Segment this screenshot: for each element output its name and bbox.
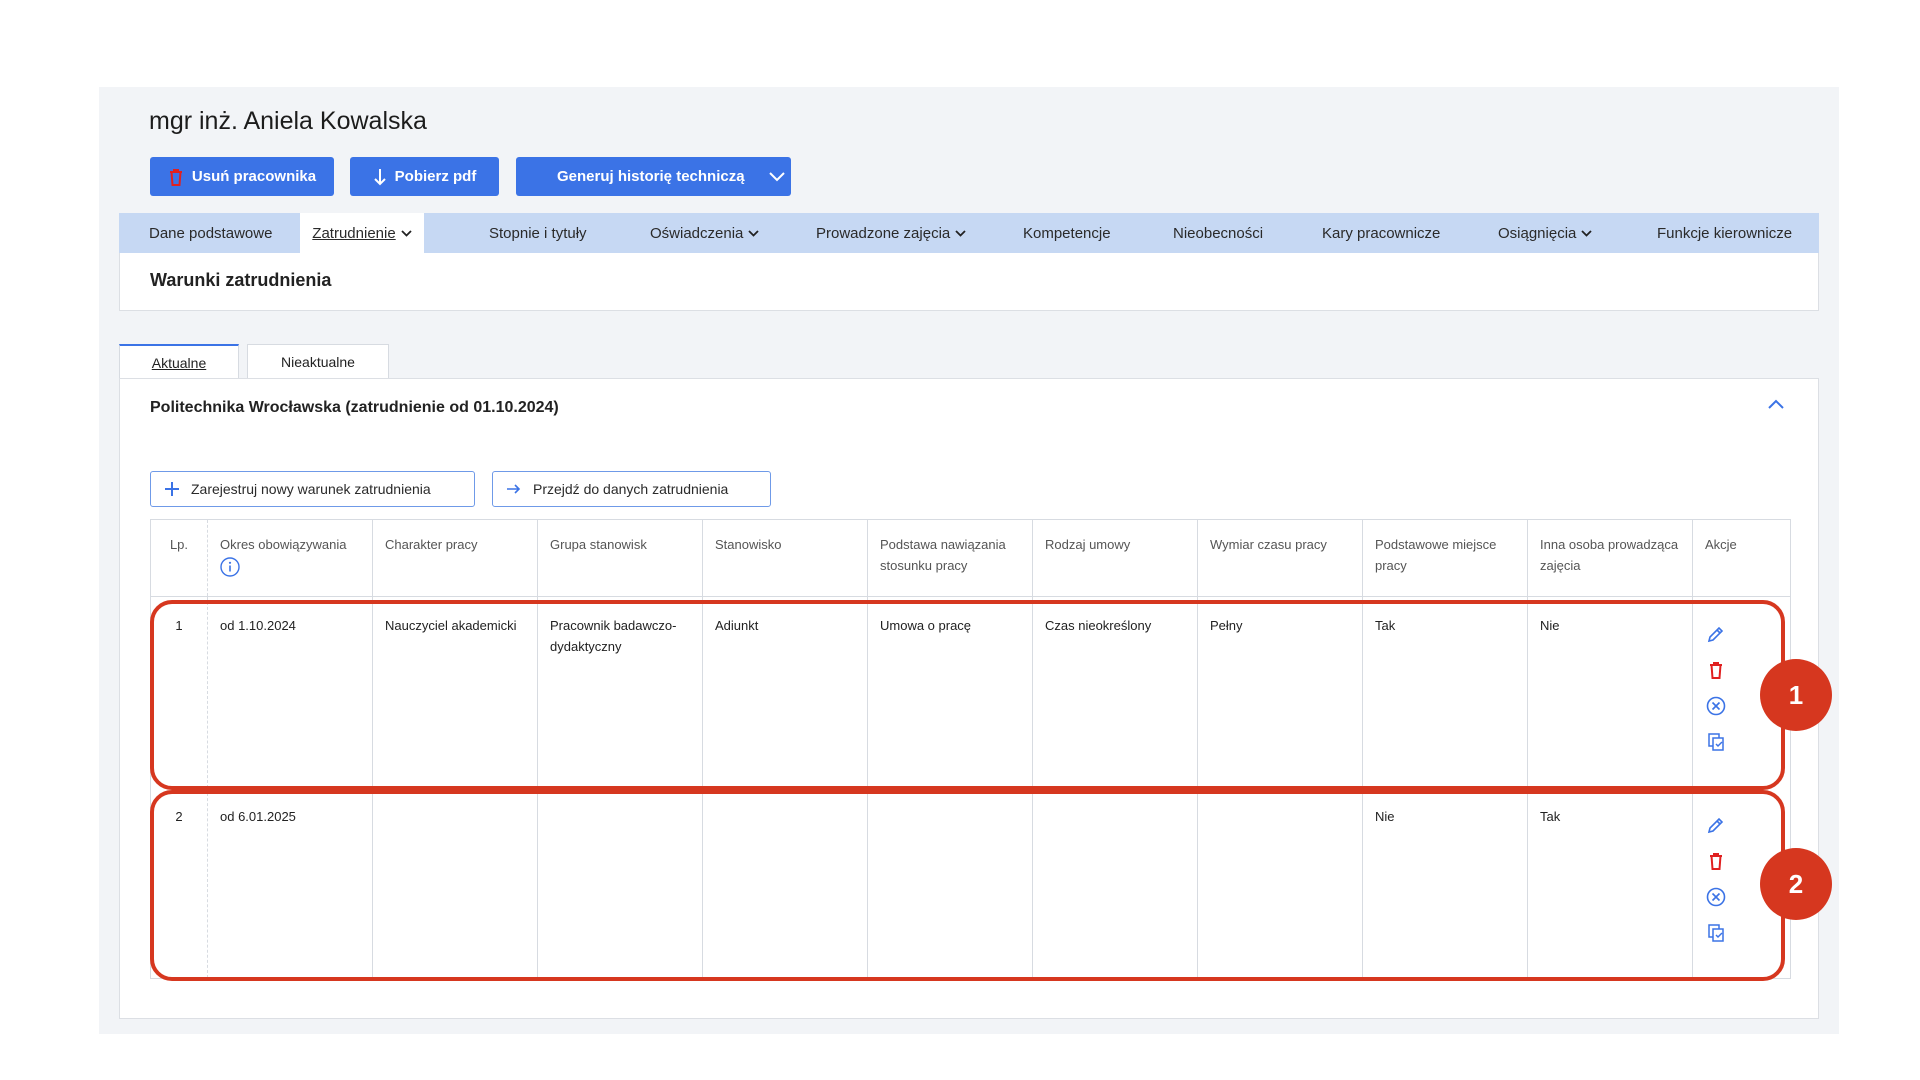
goto-employment-label: Przejdź do danych zatrudnienia [533, 481, 729, 497]
column-header: Akcje [1692, 519, 1791, 597]
callout-box-2 [150, 790, 1785, 981]
column-header: Grupa stanowisk [537, 519, 703, 597]
column-header-period: Okres obowiązywania [207, 519, 373, 597]
main-tabs: Dane podstawowe Zatrudnienie Stopnie i t… [119, 213, 1819, 253]
column-header: Okres obowiązywania [220, 537, 347, 552]
goto-employment-button[interactable]: Przejdź do danych zatrudnienia [492, 471, 771, 507]
tab-label: Kary pracownicze [1322, 224, 1441, 242]
tab-nieaktualne[interactable]: Nieaktualne [247, 344, 389, 379]
tab-oswiadczenia[interactable]: Oświadczenia [650, 213, 760, 253]
page-title: mgr inż. Aniela Kowalska [149, 107, 427, 135]
tab-kompetencje[interactable]: Kompetencje [1023, 213, 1111, 253]
register-condition-label: Zarejestruj nowy warunek zatrudnienia [191, 481, 431, 497]
register-condition-button[interactable]: Zarejestruj nowy warunek zatrudnienia [150, 471, 475, 507]
tab-label: Oświadczenia [650, 224, 744, 242]
delete-employee-button[interactable]: Usuń pracownika [150, 157, 334, 196]
download-arrow-icon [373, 168, 386, 185]
tab-stopnie-i-tytuly[interactable]: Stopnie i tytuły [489, 213, 587, 253]
arrow-right-icon [507, 484, 521, 494]
column-header: Wymiar czasu pracy [1197, 519, 1363, 597]
tab-zatrudnienie[interactable]: Zatrudnienie [300, 213, 424, 253]
tab-label: Zatrudnienie [312, 224, 396, 242]
tab-aktualne[interactable]: Aktualne [119, 344, 239, 379]
subtab-label: Aktualne [151, 354, 207, 371]
column-header: Podstawa nawiązania stosunku pracy [867, 519, 1033, 597]
section-header: Warunki zatrudnienia [119, 253, 1819, 311]
chevron-down-icon [955, 229, 966, 237]
column-header: Podstawowe miejsce pracy [1362, 519, 1528, 597]
section-title: Warunki zatrudnienia [150, 270, 332, 290]
chevron-up-icon[interactable] [1768, 399, 1784, 409]
tab-label: Prowadzone zajęcia [816, 224, 951, 242]
trash-icon [169, 168, 182, 186]
download-pdf-label: Pobierz pdf [394, 168, 477, 185]
callout-badge-1: 1 [1760, 659, 1832, 731]
tab-funkcje-kierownicze[interactable]: Funkcje kierownicze [1657, 213, 1792, 253]
tab-label: Funkcje kierownicze [1657, 224, 1793, 242]
chevron-down-icon [401, 229, 412, 237]
column-header: Rodzaj umowy [1032, 519, 1198, 597]
subtab-label: Nieaktualne [281, 354, 355, 370]
column-header: Charakter pracy [372, 519, 538, 597]
tab-prowadzone-zajecia[interactable]: Prowadzone zajęcia [816, 213, 966, 253]
tab-nieobecnosci[interactable]: Nieobecności [1173, 213, 1263, 253]
download-pdf-button[interactable]: Pobierz pdf [350, 157, 499, 196]
chevron-down-icon [768, 171, 785, 181]
column-header: Lp. [150, 519, 208, 597]
table-header-row: Lp. Okres obowiązywania Charakter pracy … [150, 519, 1791, 597]
tab-osiagniecia[interactable]: Osiągnięcia [1498, 213, 1593, 253]
tab-label: Dane podstawowe [149, 224, 273, 242]
callout-box-1 [150, 600, 1785, 790]
callout-badge-2: 2 [1760, 848, 1832, 920]
employer-title: Politechnika Wrocławska (zatrudnienie od… [150, 399, 559, 416]
tab-dane-podstawowe[interactable]: Dane podstawowe [149, 213, 272, 253]
chevron-down-icon [748, 229, 760, 237]
generate-history-button[interactable]: Generuj historię techniczą [516, 157, 791, 196]
generate-history-label: Generuj historię techniczą [557, 168, 745, 185]
column-header: Inna osoba prowadząca zajęcia [1527, 519, 1693, 597]
column-header: Stanowisko [702, 519, 868, 597]
tab-kary-pracownicze[interactable]: Kary pracownicze [1322, 213, 1440, 253]
delete-employee-label: Usuń pracownika [191, 168, 317, 185]
tab-label: Nieobecności [1173, 224, 1264, 242]
tab-label: Stopnie i tytuły [489, 224, 587, 242]
plus-icon [165, 482, 179, 496]
tab-label: Osiągnięcia [1498, 224, 1577, 242]
chevron-down-icon [1581, 229, 1593, 237]
tab-label: Kompetencje [1023, 224, 1111, 242]
info-icon[interactable] [220, 557, 240, 577]
